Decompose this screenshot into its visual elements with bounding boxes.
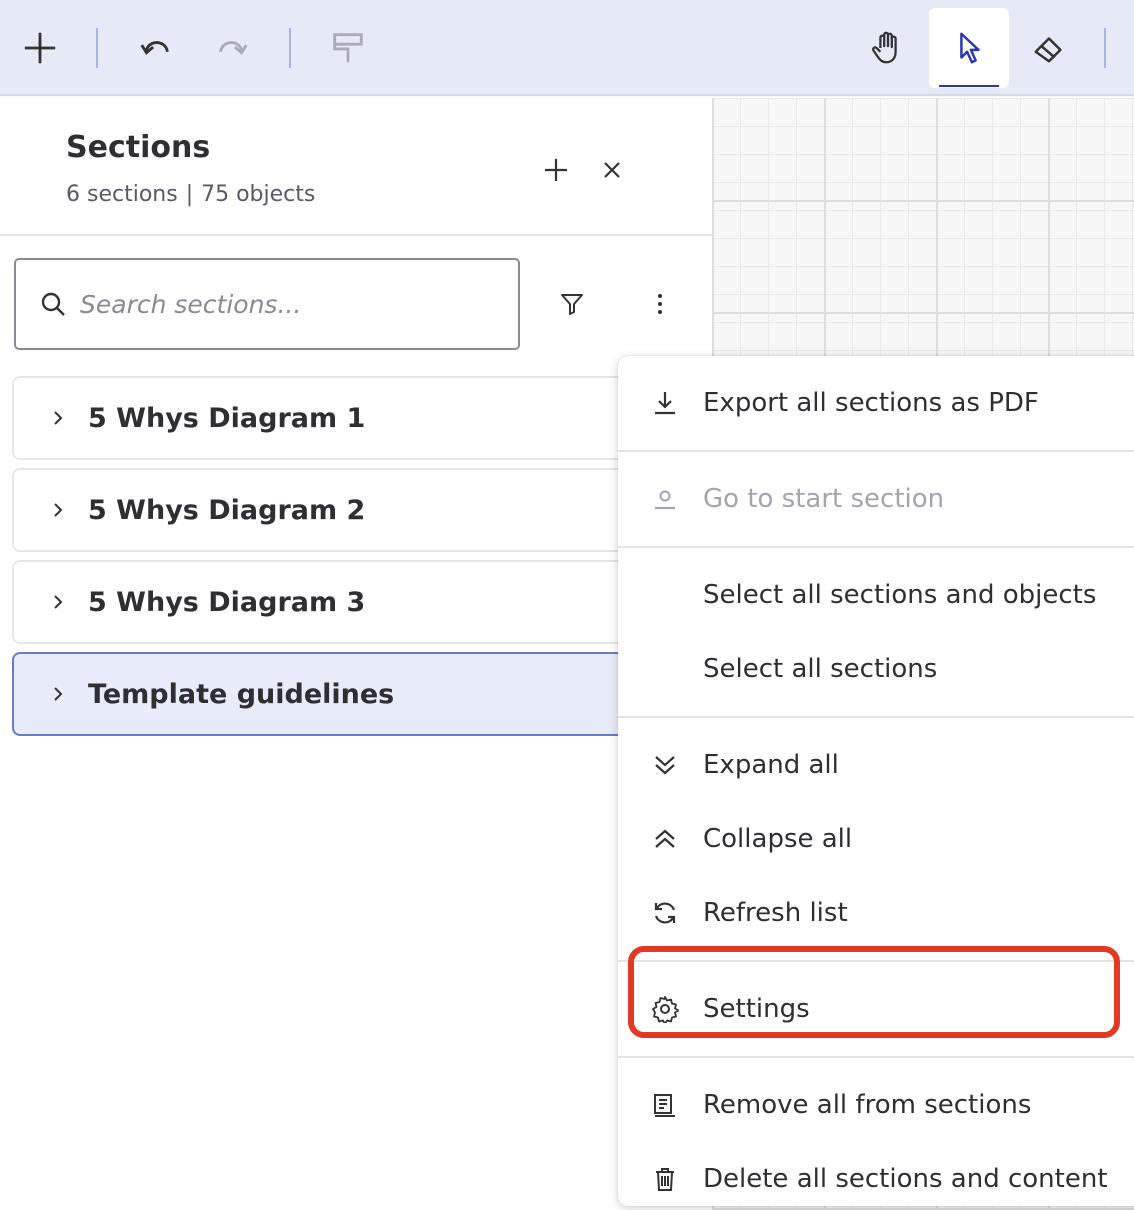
filter-icon: [561, 294, 583, 315]
menu-item-label: Select all sections: [703, 654, 938, 684]
refresh-icon: [650, 898, 680, 928]
objects-count: 75 objects: [201, 182, 316, 207]
gear-icon: [650, 994, 680, 1024]
menu-item-label: Collapse all: [703, 824, 853, 854]
search-icon: [41, 292, 65, 316]
plus-icon: [24, 32, 56, 64]
chevron-right-icon[interactable]: [48, 684, 68, 704]
app-page: Sections 6 sections | 75 objects Search …: [0, 0, 1134, 1210]
add-section-button[interactable]: [536, 150, 576, 190]
undo-button[interactable]: [116, 8, 196, 88]
double-chevron-up-icon: [650, 824, 680, 854]
go-to-start-menu-item[interactable]: Go to start section: [618, 462, 1134, 536]
menu-item-label: Go to start section: [703, 484, 945, 514]
add-button[interactable]: [0, 8, 80, 88]
menu-item-label: Expand all: [703, 750, 839, 780]
format-painter-button[interactable]: [308, 8, 388, 88]
eraser-tool-button[interactable]: [1009, 8, 1089, 88]
menu-item-label: Settings: [703, 994, 810, 1024]
toolbar-divider: [1104, 28, 1106, 68]
hand-tool-button[interactable]: [848, 8, 928, 88]
menu-item-label: Remove all from sections: [703, 1090, 1032, 1120]
sections-options-menu: Export all sections as PDF Go to start s…: [618, 356, 1134, 1206]
menu-group: Settings: [618, 962, 1134, 1058]
redo-button[interactable]: [192, 8, 272, 88]
collapse-all-menu-item[interactable]: Collapse all: [618, 802, 1134, 876]
export-pdf-menu-item[interactable]: Export all sections as PDF: [618, 366, 1134, 440]
menu-item-label: Delete all sections and content: [703, 1164, 1108, 1194]
section-item[interactable]: 5 Whys Diagram 2: [12, 468, 652, 552]
trash-icon: [650, 1164, 680, 1194]
summary-separator: |: [185, 182, 194, 207]
sections-list: 5 Whys Diagram 1 5 Whys Diagram 2 5 Whys…: [12, 376, 652, 744]
undo-icon: [140, 41, 169, 55]
remove-all-menu-item[interactable]: Remove all from sections: [618, 1068, 1134, 1142]
select-all-sections-menu-item[interactable]: Select all sections: [618, 632, 1134, 706]
panel-summary: 6 sections | 75 objects: [66, 182, 315, 207]
sections-count: 6 sections: [66, 182, 178, 207]
refresh-list-menu-item[interactable]: Refresh list: [618, 876, 1134, 950]
section-item-selected[interactable]: Template guidelines: [12, 652, 652, 736]
more-vertical-icon: [658, 294, 662, 314]
eraser-icon: [1034, 37, 1062, 63]
menu-item-label: Refresh list: [703, 898, 848, 928]
section-label: Template guidelines: [88, 678, 395, 710]
select-tool-button[interactable]: [929, 8, 1009, 88]
menu-item-label: Select all sections and objects: [703, 580, 1097, 610]
double-chevron-down-icon: [650, 750, 680, 780]
search-row: [0, 236, 712, 376]
menu-group: Go to start section: [618, 452, 1134, 548]
hand-icon: [872, 31, 897, 64]
plus-icon: [545, 159, 567, 181]
panel-title: Sections: [66, 130, 211, 165]
section-label: 5 Whys Diagram 3: [88, 586, 366, 618]
toolbar-divider: [96, 28, 98, 68]
chevron-right-icon[interactable]: [48, 500, 68, 520]
section-item[interactable]: 5 Whys Diagram 3: [12, 560, 652, 644]
toolbar-divider: [289, 28, 291, 68]
download-icon: [650, 388, 680, 418]
settings-menu-item[interactable]: Settings: [618, 972, 1134, 1046]
menu-group: Remove all from sections Delete all sect…: [618, 1058, 1134, 1210]
panel-header: Sections 6 sections | 75 objects: [0, 98, 712, 236]
menu-group: Expand all Collapse all Refresh list: [618, 718, 1134, 962]
close-panel-button[interactable]: [592, 150, 632, 190]
section-label: 5 Whys Diagram 2: [88, 494, 366, 526]
remove-list-icon: [650, 1090, 680, 1120]
more-options-button[interactable]: [638, 282, 682, 326]
menu-item-label: Export all sections as PDF: [703, 388, 1039, 418]
section-label: 5 Whys Diagram 1: [88, 402, 366, 434]
chevron-right-icon[interactable]: [48, 408, 68, 428]
pointer-icon: [960, 32, 980, 64]
top-toolbar: [0, 0, 1134, 96]
section-item[interactable]: 5 Whys Diagram 1: [12, 376, 652, 460]
delete-all-menu-item[interactable]: Delete all sections and content: [618, 1142, 1134, 1210]
expand-all-menu-item[interactable]: Expand all: [618, 728, 1134, 802]
search-input[interactable]: [80, 289, 460, 319]
redo-icon: [219, 41, 248, 55]
sections-panel: Sections 6 sections | 75 objects Search …: [0, 98, 712, 1210]
menu-group: Export all sections as PDF: [618, 356, 1134, 452]
menu-group: Select all sections and objects Select a…: [618, 548, 1134, 718]
paint-roller-icon: [333, 33, 363, 63]
filter-button[interactable]: [550, 282, 594, 326]
search-field[interactable]: [14, 258, 520, 350]
start-pin-icon: [650, 484, 680, 514]
select-all-objects-menu-item[interactable]: Select all sections and objects: [618, 558, 1134, 632]
close-icon: [604, 162, 620, 178]
chevron-right-icon[interactable]: [48, 592, 68, 612]
